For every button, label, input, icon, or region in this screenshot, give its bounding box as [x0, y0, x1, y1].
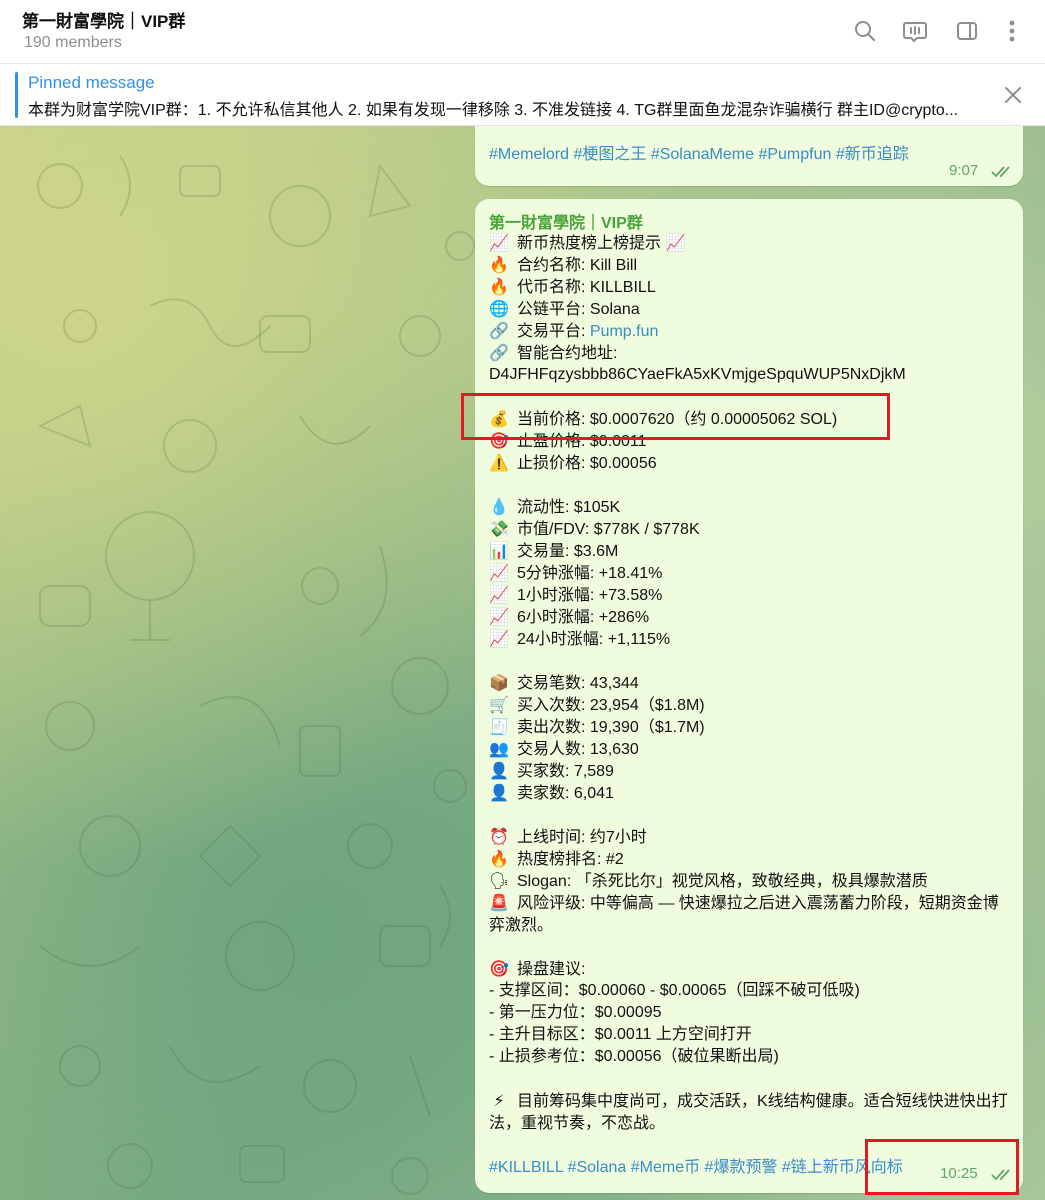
link-icon: 🔗 [489, 321, 509, 340]
message-line: 💧 流动性: $105K [489, 497, 621, 516]
message-time: 9:07 [949, 162, 979, 179]
more-options-button[interactable] [995, 14, 1029, 48]
message-line: - 支撑区间：$0.00060 - $0.00065（回踩不破可低吸) [489, 982, 860, 999]
fire-icon: 🔥 [489, 849, 509, 868]
money-wings-icon: 💸 [489, 519, 509, 538]
message-bubble-previous[interactable]: #Memelord #梗图之王 #SolanaMeme #Pumpfun #新币… [475, 126, 1023, 186]
sidebar-toggle-icon [957, 22, 977, 40]
fire-icon: 🔥 [489, 255, 509, 274]
message-hashtags[interactable]: #Memelord #梗图之王 #SolanaMeme #Pumpfun #新币… [489, 140, 909, 164]
message-line: 🔥 代币名称: KILLBILL [489, 277, 656, 296]
contract-address[interactable]: D4JFHFqzysbbb86CYaeFkA5xKVmjgeSpquWUP5Nx… [489, 364, 906, 386]
lightning-icon: ⚡ [493, 1091, 505, 1110]
chart-up-icon: 📈 [489, 629, 509, 648]
target-icon: 🎯 [489, 959, 509, 978]
search-icon [855, 21, 876, 42]
chart-up-icon: 📈 [489, 607, 509, 626]
message-line: 🧾 卖出次数: 19,390（$1.7M) [489, 717, 705, 736]
message-line: 💸 市值/FDV: $778K / $778K [489, 519, 700, 538]
warning-icon: ⚠️ [489, 453, 509, 472]
message-sender[interactable]: 第一財富學院｜VIP群 [489, 209, 643, 233]
chat-area[interactable]: #Memelord #梗图之王 #SolanaMeme #Pumpfun #新币… [0, 126, 1045, 1200]
message-line: 🔥 合约名称: Kill Bill [489, 255, 638, 274]
message-line: 📦 交易笔数: 43,344 [489, 673, 639, 692]
message-line: 🚨 风险评级: 中等偏高 — 快速爆拉之后进入震荡蓄力阶段，短期资金博弈激烈。 [489, 893, 999, 934]
price-highlight-box [461, 393, 890, 440]
search-button[interactable] [848, 14, 882, 48]
close-pinned-button[interactable] [999, 81, 1027, 109]
message-line: 📈 1小时涨幅: +73.58% [489, 585, 663, 604]
bar-chart-icon: 📊 [489, 541, 509, 560]
live-stream-button[interactable] [898, 14, 932, 48]
live-stream-icon [903, 22, 927, 43]
pinned-accent-bar [15, 72, 18, 118]
message-line: 📈 24小时涨幅: +1,115% [489, 629, 671, 648]
message-line: - 第一压力位：$0.00095 [489, 1004, 662, 1021]
chat-header[interactable]: 第一財富學院｜VIP群 190 members [0, 0, 1045, 64]
message-line: 🔗 智能合约地址: [489, 343, 618, 362]
message-line: 🛒 买入次数: 23,954（$1.8M) [489, 695, 705, 714]
message-line: 📊 交易量: $3.6M [489, 541, 619, 560]
message-line: - 止损参考位：$0.00056（破位果断出局) [489, 1048, 779, 1065]
message-line: 🌐 公链平台: Solana [489, 299, 640, 318]
droplet-icon: 💧 [489, 497, 509, 516]
pinned-label: Pinned message [28, 73, 155, 92]
message-line: 📈 6小时涨幅: +286% [489, 607, 650, 626]
globe-icon: 🌐 [489, 299, 509, 318]
pinned-message-bar[interactable]: Pinned message 本群为财富学院VIP群：1. 不允许私信其他人 2… [0, 64, 1045, 126]
message-line: 📈 5分钟涨幅: +18.41% [489, 563, 663, 582]
message-bubble-killbill[interactable]: 第一財富學院｜VIP群 📈 新币热度榜上榜提示 📈 🔥 合约名称: Kill Bil… [475, 199, 1023, 1193]
close-icon [1005, 87, 1021, 103]
receipt-icon: 🧾 [489, 717, 509, 736]
more-options-icon [1009, 20, 1015, 42]
sidebar-toggle-button[interactable] [950, 14, 984, 48]
message-line: - 主升目标区：$0.0011 上方空间打开 [489, 1026, 752, 1043]
user-icon: 👤 [489, 783, 509, 802]
member-count: 190 members [24, 34, 122, 51]
siren-icon: 🚨 [489, 893, 509, 912]
time-highlight-box [865, 1139, 1019, 1195]
message-line: 👤 卖家数: 6,041 [489, 783, 614, 802]
pinned-text: 本群为财富学院VIP群：1. 不允许私信其他人 2. 如果有发现一律移除 3. … [28, 102, 959, 119]
message-line: 🔥 热度榜排名: #2 [489, 849, 624, 868]
users-icon: 👥 [489, 739, 509, 758]
message-line: 👥 交易人数: 13,630 [489, 739, 639, 758]
message-line: ⚠️ 止损价格: $0.00056 [489, 453, 657, 472]
chat-title: 第一財富學院｜VIP群 [22, 12, 186, 31]
message-line: 🔗 交易平台: Pump.fun [489, 321, 659, 340]
message-line: ⏰ 上线时间: 约7小时 [489, 827, 647, 846]
speaking-head-icon: 🗣 [489, 871, 510, 890]
chart-up-icon: 📈 [489, 233, 509, 252]
alarm-clock-icon: ⏰ [489, 827, 509, 846]
message-line: 🗣 Slogan: 「杀死比尔」视觉风格，致敬经典，极具爆款潜质 [489, 871, 928, 890]
fire-icon: 🔥 [489, 277, 509, 296]
user-icon: 👤 [489, 761, 509, 780]
cart-icon: 🛒 [489, 695, 509, 714]
pumpfun-link[interactable]: Pump.fun [590, 323, 658, 340]
link-icon: 🔗 [489, 343, 509, 362]
message-line: ⚡ 目前筹码集中度尚可，成交活跃，K线结构健康。适合短线快进快出打法，重视节奏，不… [489, 1091, 1008, 1132]
message-hashtags[interactable]: #KILLBILL #Solana #Meme币 #爆款预警 #链上新币风向标 [489, 1157, 903, 1179]
double-check-icon [991, 166, 1010, 178]
package-icon: 📦 [489, 673, 509, 692]
message-line: 📈 新币热度榜上榜提示 📈 [489, 233, 686, 252]
chart-up-icon: 📈 [489, 563, 509, 582]
chart-up-icon: 📈 [489, 585, 509, 604]
message-line: 👤 买家数: 7,589 [489, 761, 614, 780]
message-line: 🎯 操盘建议: [489, 959, 586, 978]
